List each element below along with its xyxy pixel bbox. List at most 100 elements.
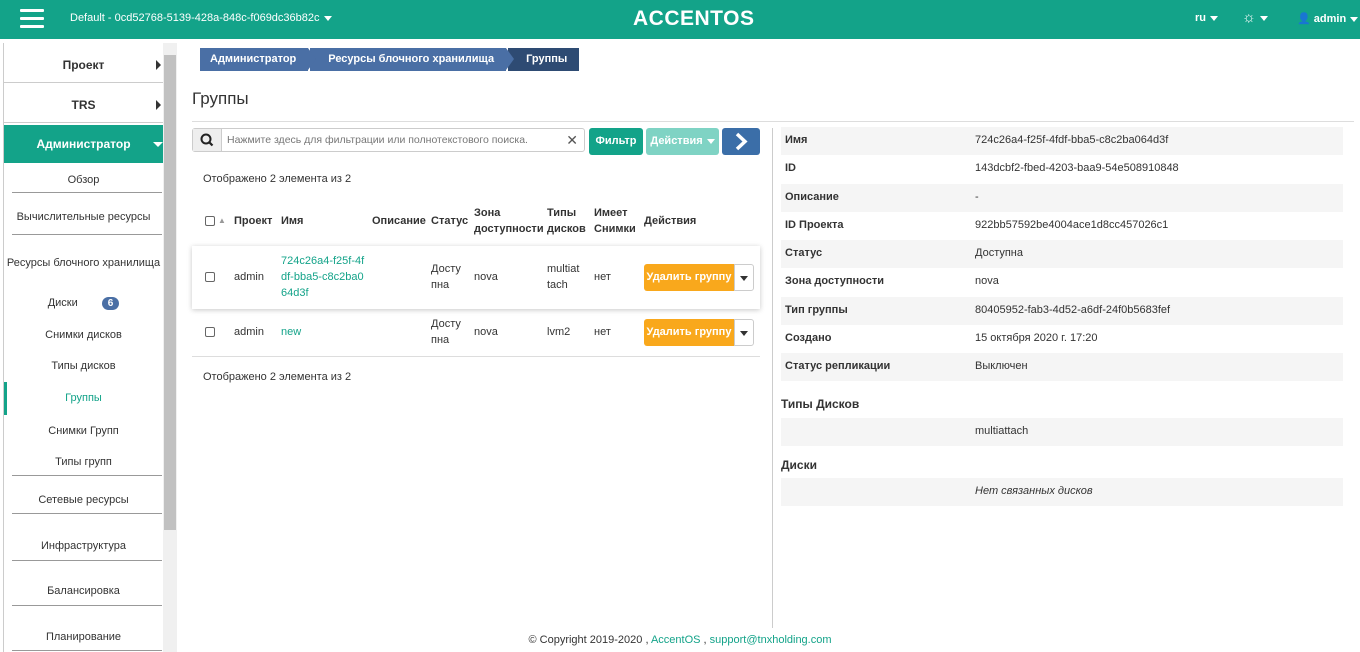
count-badge: 6 [101,297,120,310]
column-header-project[interactable]: Проект [234,213,272,229]
header-line: дисков [547,223,586,235]
status-line: пна [431,334,450,346]
sidebar-item-project[interactable]: Проект [4,45,163,83]
delete-group-button[interactable]: Удалить группу [644,319,734,346]
sidebar-item-snapshots[interactable]: Снимки дисков [4,329,163,341]
item-count: Отображено 2 элемента из 2 [203,371,352,383]
header-line: Имеет [594,207,628,219]
actions-button[interactable]: Действия [646,128,719,155]
row-actions-dropdown[interactable] [734,319,754,346]
detail-label: Описание [785,191,839,203]
detail-row-disks: Нет связанных дисков [781,478,1343,506]
detail-value: 922bb57592be4004ace1d8cc457026c1 [975,219,1169,231]
sidebar-item-label: Диски [47,297,78,309]
support-email-link[interactable]: support@tnxholding.com [710,634,832,646]
divider [12,605,162,606]
chevron-down-icon [1210,15,1218,21]
sidebar-item-disk-types[interactable]: Типы дисков [4,360,163,372]
chevron-down-icon [153,142,163,147]
chevron-right-icon [156,60,161,70]
column-header-status[interactable]: Статус [431,213,468,229]
divider [12,560,162,561]
accentos-link[interactable]: AccentOS [651,634,701,646]
row-actions-dropdown[interactable] [734,264,754,291]
detail-label: ID [785,162,796,174]
theme-selector[interactable]: ☼ [1242,9,1268,26]
group-name-link[interactable]: 724c26a4-f25f-4f df-bba5-c8c2ba0 64d3f [281,253,364,301]
sidebar-item-balancing[interactable]: Балансировка [4,585,163,597]
user-menu[interactable]: 👤 admin [1297,12,1359,25]
detail-label: Зона доступности [785,275,885,287]
empty-disks-message: Нет связанных дисков [975,485,1093,497]
detail-row-status: Статус Доступна [781,240,1343,268]
divider [12,192,162,193]
breadcrumb-groups[interactable]: Группы [508,48,580,71]
top-navbar: Default - 0cd52768-5139-428a-848c-f069dc… [0,0,1360,39]
status-line: Досту [431,318,461,330]
column-header-has-snapshots[interactable]: Имеет Снимки [594,205,636,237]
page-title: Группы [192,89,249,108]
divider [12,650,162,651]
detail-label: ID Проекта [785,219,844,231]
sidebar-item-block-storage[interactable]: Ресурсы блочного хранилища [4,257,163,269]
sidebar: Проект TRS Администратор Обзор Вычислите… [0,39,180,652]
project-selector-label: Default - 0cd52768-5139-428a-848c-f069dc… [70,12,320,24]
select-all-checkbox[interactable] [205,216,215,226]
name-line: df-bba5-c8c2ba0 [281,271,364,283]
sidebar-item-groups[interactable]: Группы [4,392,163,404]
sidebar-item-trs[interactable]: TRS [4,85,163,123]
sidebar-item-label: Администратор [36,137,131,151]
sidebar-item-group-snapshots[interactable]: Снимки Групп [4,425,163,437]
next-button[interactable] [722,128,760,155]
divider [12,475,162,476]
filter-button[interactable]: Фильтр [589,128,643,155]
divider [12,513,162,514]
close-icon[interactable]: ✕ [566,132,578,149]
cell-disk-types: lvm2 [547,326,571,338]
sidebar-item-compute[interactable]: Вычислительные ресурсы [4,211,163,223]
breadcrumb-block-storage[interactable]: Ресурсы блочного хранилища [310,48,514,71]
detail-label: Статус [785,247,823,259]
sidebar-item-overview[interactable]: Обзор [4,174,163,186]
footer: © Copyright 2019-2020 , AccentOS , suppo… [0,634,1360,646]
column-header-name[interactable]: Имя [281,213,303,229]
delete-group-button[interactable]: Удалить группу [644,264,734,291]
chevron-right-icon [735,132,748,151]
cell-project: admin [234,326,264,338]
detail-row-name: Имя 724c26a4-f25f-4fdf-bba5-c8c2ba064d3f [781,127,1343,155]
sidebar-item-infrastructure[interactable]: Инфраструктура [4,540,163,552]
column-header-disk-types[interactable]: Типы дисков [547,205,586,237]
copyright-text: © Copyright 2019-2020 , [528,634,649,646]
sidebar-item-network[interactable]: Сетевые ресурсы [4,494,163,506]
sidebar-item-group-types[interactable]: Типы групп [4,456,163,468]
column-header-zone[interactable]: Зона доступности [474,205,544,237]
sidebar-item-admin[interactable]: Администратор [4,125,163,163]
header-line: доступности [474,223,544,235]
project-selector[interactable]: Default - 0cd52768-5139-428a-848c-f069dc… [70,12,332,24]
menu-icon[interactable] [20,9,44,29]
language-selector[interactable]: ru [1195,12,1218,24]
cell-status: Досту пна [431,261,461,293]
sidebar-scroll-thumb[interactable] [164,55,176,530]
search-input[interactable] [227,132,562,148]
detail-value: Доступна [975,247,1024,259]
detail-row-created: Создано 15 октября 2020 г. 17:20 [781,325,1343,353]
detail-label: Имя [785,134,808,146]
search-button[interactable] [193,129,222,151]
sidebar-item-label: TRS [71,98,96,112]
detail-value: 724c26a4-f25f-4fdf-bba5-c8c2ba064d3f [975,134,1169,146]
column-header-description[interactable]: Описание [372,213,426,229]
detail-value: nova [975,275,999,287]
divider [192,121,1354,122]
sidebar-item-disks[interactable]: Диски 6 [4,297,163,310]
language-label: ru [1195,12,1206,24]
row-checkbox[interactable] [205,272,215,282]
chevron-down-icon [323,15,332,21]
row-checkbox[interactable] [205,327,215,337]
section-title-disks: Диски [781,458,817,472]
cell-project: admin [234,271,264,283]
group-name-link[interactable]: new [281,324,301,340]
breadcrumb-admin[interactable]: Администратор [200,48,317,71]
detail-value: - [975,191,979,203]
search-icon [200,133,214,147]
